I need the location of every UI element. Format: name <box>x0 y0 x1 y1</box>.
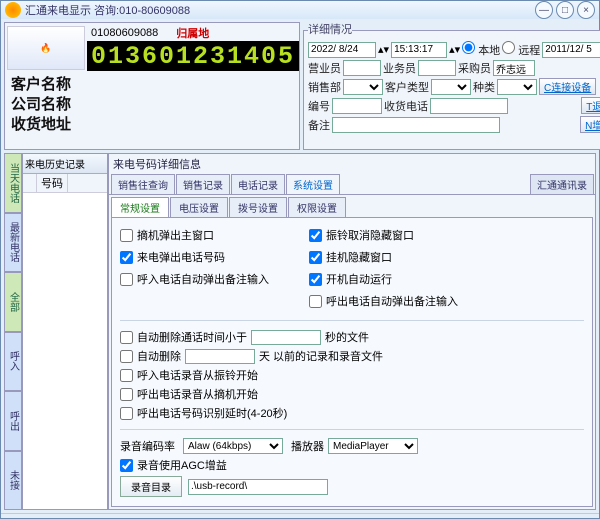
caller-panel: 🔥 01080609088 归属地 013601231405 客户名称 公司名称… <box>4 22 300 150</box>
htab-contacts[interactable]: 汇通通讯录 <box>530 174 594 194</box>
subtab-general[interactable]: 常规设置 <box>111 197 169 217</box>
local-radio[interactable]: 本地 <box>462 41 500 58</box>
exit-button[interactable]: T退出 <box>581 97 600 114</box>
type-select[interactable] <box>431 79 471 95</box>
location-label: 归属地 <box>176 25 209 41</box>
htab-call-rec[interactable]: 电话记录 <box>231 174 285 194</box>
app-icon <box>5 2 21 18</box>
sales-input[interactable] <box>343 60 381 76</box>
title-bar: 汇通来电显示 咨询:010-80609088 — □ × <box>1 1 599 19</box>
recdir-button[interactable]: 录音目录 <box>120 476 182 497</box>
id-input[interactable] <box>332 98 382 114</box>
minimize-button[interactable]: — <box>535 1 553 19</box>
company-name-label: 公司名称 <box>11 95 293 115</box>
chk-autodel-sec[interactable]: 自动删除通话时间小于秒的文件 <box>120 329 584 345</box>
maximize-button[interactable]: □ <box>556 1 574 19</box>
recv-phone-input[interactable] <box>430 98 508 114</box>
history-panel: 来电历史记录 号码 <box>22 153 108 510</box>
chk-rec-out-hook[interactable]: 呼出电话录音从摘机开始 <box>120 386 584 402</box>
clerk-input[interactable] <box>418 60 456 76</box>
codec-label: 录音编码率 <box>120 438 175 454</box>
logo: 🔥 <box>7 26 85 70</box>
window-title: 汇通来电显示 咨询:010-80609088 <box>25 2 532 18</box>
spin-icon[interactable]: ▴▾ <box>449 43 460 56</box>
detail-panel: 详细情况 ▴▾ ▴▾ 本地 远程 ▴▾ 营业员 业务员 采购员 <box>303 22 600 150</box>
htab-sales-query[interactable]: 销售往查询 <box>111 174 175 194</box>
date-input[interactable] <box>308 42 376 58</box>
subtab-voltage[interactable]: 电压设置 <box>170 197 228 217</box>
led-display: 013601231405 <box>87 41 299 71</box>
vtab-out[interactable]: 呼出 <box>4 391 22 451</box>
htab-sales-rec[interactable]: 销售记录 <box>176 174 230 194</box>
chk-popup-main[interactable]: 摘机弹出主窗口 <box>120 227 269 243</box>
main-panel: 来电号码详细信息 销售往查询 销售记录 电话记录 系统设置 汇通通讯录 常规设置… <box>108 153 596 510</box>
vertical-tabs: 当天电话 最新电话 全部 呼入 呼出 未接 <box>4 153 22 510</box>
vtab-today[interactable]: 当天电话 <box>4 153 22 213</box>
autodel-sec-input[interactable] <box>251 330 321 345</box>
chk-popup-phone[interactable]: 来电弹出电话号码 <box>120 249 269 265</box>
player-label: 播放器 <box>291 438 324 454</box>
history-col0 <box>23 174 37 192</box>
status-bar <box>1 513 599 518</box>
vtab-missed[interactable]: 未接 <box>4 451 22 511</box>
vtab-in[interactable]: 呼入 <box>4 332 22 392</box>
settings-pane: 摘机弹出主窗口 来电弹出电话号码 呼入电话自动弹出备注输入 振铃取消隐藏窗口 挂… <box>111 217 593 507</box>
remark-input[interactable] <box>332 117 500 133</box>
htab-sys-settings[interactable]: 系统设置 <box>286 174 340 194</box>
codec-select[interactable]: Alaw (64kbps) <box>183 438 283 454</box>
chk-autorun[interactable]: 开机自动运行 <box>309 271 458 287</box>
subtab-dial[interactable]: 拨号设置 <box>229 197 287 217</box>
autodel-day-input[interactable] <box>185 349 255 364</box>
add-button[interactable]: N增加 <box>580 116 600 133</box>
detail-legend: 详细情况 <box>308 21 352 37</box>
dept-select[interactable] <box>343 79 383 95</box>
chk-hang-hide[interactable]: 挂机隐藏窗口 <box>309 249 458 265</box>
address-label: 收货地址 <box>11 115 293 135</box>
date2-input[interactable] <box>542 42 600 58</box>
history-col1[interactable]: 号码 <box>37 174 68 192</box>
chk-rec-in-ring[interactable]: 呼入电话录音从振铃开始 <box>120 367 584 383</box>
buyer-input[interactable] <box>493 60 535 76</box>
subtab-perm[interactable]: 权限设置 <box>288 197 346 217</box>
time-input[interactable] <box>391 42 447 58</box>
history-list[interactable] <box>23 193 107 509</box>
vtab-all[interactable]: 全部 <box>4 272 22 332</box>
remote-radio[interactable]: 远程 <box>502 41 540 58</box>
customer-name-label: 客户名称 <box>11 75 293 95</box>
chk-in-remark[interactable]: 呼入电话自动弹出备注输入 <box>120 271 269 287</box>
player-select[interactable]: MediaPlayer <box>328 438 418 454</box>
chk-out-delay[interactable]: 呼出电话号码识别延时(4-20秒) <box>120 405 584 421</box>
vtab-latest[interactable]: 最新电话 <box>4 213 22 273</box>
chk-ring-unhide[interactable]: 振铃取消隐藏窗口 <box>309 227 458 243</box>
small-phone: 01080609088 <box>87 27 158 39</box>
chk-autodel-day[interactable]: 自动删除天 以前的记录和录音文件 <box>120 348 584 364</box>
connect-button[interactable]: C连接设备 <box>539 78 596 95</box>
history-title: 来电历史记录 <box>23 154 107 174</box>
close-button[interactable]: × <box>577 1 595 19</box>
chk-agc[interactable]: 录音使用AGC增益 <box>120 457 584 473</box>
recdir-input[interactable] <box>188 479 328 495</box>
chk-out-remark[interactable]: 呼出电话自动弹出备注输入 <box>309 293 458 309</box>
spin-icon[interactable]: ▴▾ <box>378 43 389 56</box>
main-title: 来电号码详细信息 <box>109 154 595 174</box>
kind-select[interactable] <box>497 79 537 95</box>
